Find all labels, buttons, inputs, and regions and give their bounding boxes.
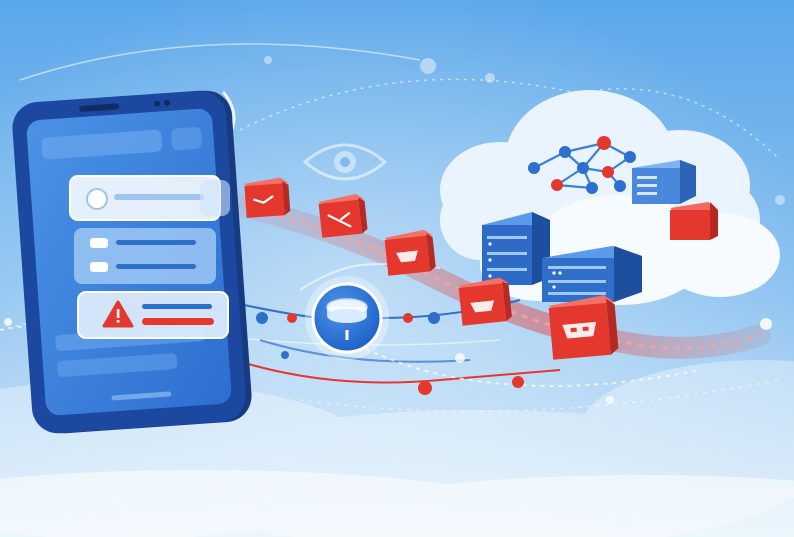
data-leak-illustration [0,0,794,537]
data-packet-icon [670,202,718,240]
phone-ui-panel-2 [74,228,216,284]
warning-panel [77,291,229,339]
illustration-canvas [0,0,794,537]
network-hub-icon [305,276,389,360]
phone-ui-panel-1 [69,175,230,221]
